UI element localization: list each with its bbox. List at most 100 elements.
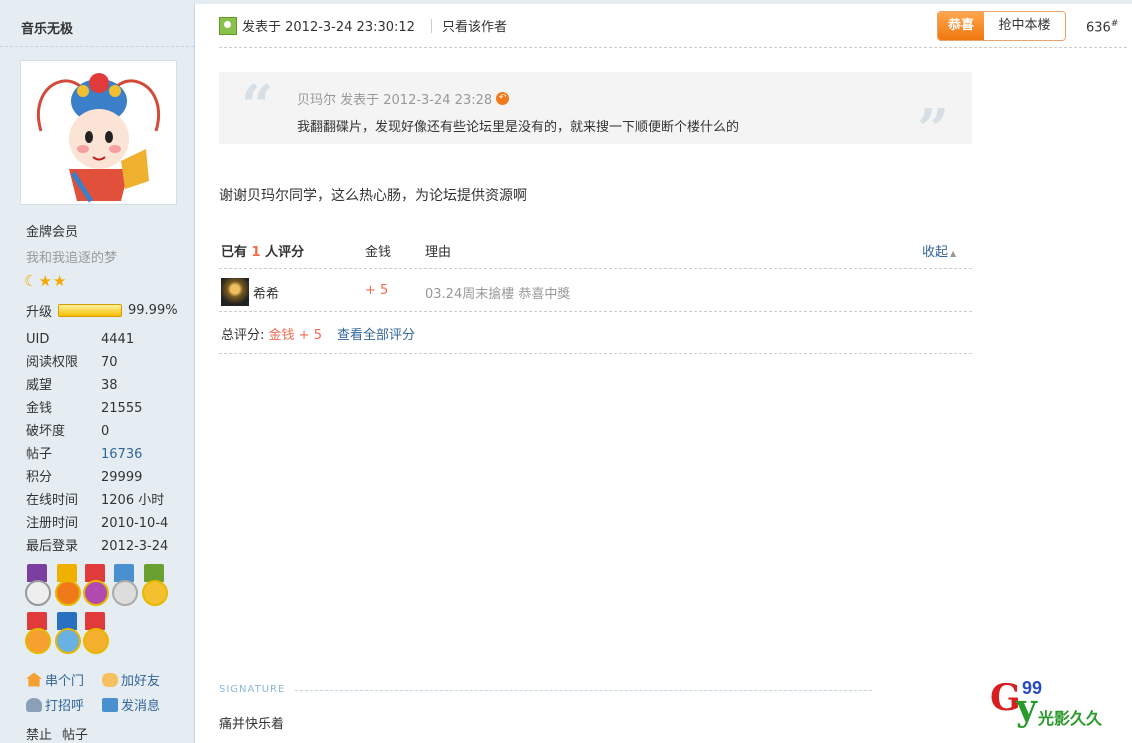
rater-username[interactable]: 希希 [253, 283, 279, 302]
stat-label: 最后登录 [26, 539, 79, 554]
stat-value: 2012-3-24 [101, 539, 169, 554]
stat-row: 最后登录 2012-3-24 [26, 538, 168, 561]
rater-avatar[interactable] [221, 278, 249, 306]
stat-value: 2010-10-4 [101, 516, 169, 531]
rating-count: 已有 1 人评分 [221, 241, 304, 260]
opera-doll-avatar-image [37, 73, 160, 203]
only-author-link[interactable]: 只看该作者 [442, 16, 507, 35]
stat-label: 在线时间 [26, 493, 79, 508]
stat-row: 破坏度 0 [26, 423, 168, 446]
add-friend-label: 加好友 [121, 674, 161, 689]
greet-icon [26, 697, 42, 712]
grab-floor-button[interactable]: 抢中本楼 [984, 12, 1065, 40]
rating-suffix: 人评分 [265, 245, 305, 260]
handshake-icon [102, 672, 118, 687]
quote-author-line: 贝玛尔 发表于 2012-3-24 23:28 [297, 93, 493, 108]
triangle-up-icon: ▲ [950, 249, 957, 258]
stat-row: 在线时间 1206 小时 [26, 492, 168, 515]
open-quote-icon: “ [241, 73, 274, 139]
stat-row: 威望 38 [26, 377, 168, 400]
envelope-icon [102, 697, 118, 712]
floor-number-value: 636 [1086, 20, 1111, 36]
medal-icon[interactable] [24, 564, 51, 608]
gy99-logo: G y 99 光影久久 [990, 677, 1103, 729]
rank-stars: ☾ ★ ★ [24, 272, 66, 290]
signature-divider [295, 690, 872, 691]
stat-value: 38 [101, 378, 118, 393]
quote-block: “ 贝玛尔 发表于 2012-3-24 23:28 ↶ 我翻翻碟片，发现好像还有… [219, 72, 972, 158]
stat-row: 金钱 21555 [26, 400, 168, 423]
visit-label: 串个门 [45, 674, 85, 689]
stat-label: 金钱 [26, 401, 53, 416]
rating-reason: 03.24周末搶樓 恭喜中獎 [425, 287, 571, 302]
col-reason: 理由 [425, 245, 452, 260]
medal-icon[interactable] [54, 612, 81, 656]
message-label: 发消息 [121, 699, 161, 714]
floor-number[interactable]: 636# [1086, 19, 1118, 35]
greet-link[interactable]: 打招呼 [26, 695, 84, 714]
svg-text:光影久久: 光影久久 [1037, 709, 1103, 728]
stat-label: 阅读权限 [26, 355, 79, 370]
collapse-ratings-button[interactable]: 收起 ▲ [922, 241, 956, 260]
rating-row: 希希 + 5 03.24周末搶樓 恭喜中獎 [219, 269, 972, 312]
stat-value: 29999 [101, 470, 143, 485]
stat-row: 阅读权限 70 [26, 354, 168, 377]
author-stats: UID 4441 阅读权限 70 威望 38 金钱 21555 破坏度 0 帖子 16736 积分 299… [26, 331, 168, 561]
rating-count-number: 1 [251, 245, 261, 260]
medal-icon[interactable] [82, 564, 109, 608]
stat-row: 帖子 16736 [26, 446, 168, 469]
online-status-icon [219, 16, 237, 35]
site-watermark-logo: G y 99 光影久久 [988, 672, 1128, 734]
visit-space-link[interactable]: 串个门 [26, 670, 84, 689]
admin-links: 禁止 帖子 [26, 724, 98, 743]
stat-row: 注册时间 2010-10-4 [26, 515, 168, 538]
svg-text:99: 99 [1022, 678, 1042, 698]
stat-row: 积分 29999 [26, 469, 168, 492]
jump-to-quote-icon[interactable]: ↶ [496, 92, 510, 105]
quote-author: 贝玛尔 发表于 2012-3-24 23:28 ↶ [297, 89, 510, 108]
medal-icon[interactable] [24, 612, 51, 656]
ban-posts-link[interactable]: 帖子 [62, 728, 98, 743]
close-quote-icon: ” [917, 97, 950, 163]
ban-user-link[interactable]: 禁止 [26, 728, 62, 743]
stat-label: 注册时间 [26, 516, 79, 531]
floor-symbol: # [1110, 19, 1119, 29]
post-header: 发表于 2012-3-24 23:30:12 只看该作者 [219, 16, 507, 35]
stat-label: 破坏度 [26, 424, 66, 439]
stat-value[interactable]: 4441 [101, 331, 134, 354]
member-rank: 金牌会员 [26, 225, 79, 240]
congrats-button[interactable]: 恭喜 [938, 12, 984, 40]
upgrade-label: 升级 [26, 305, 53, 320]
rating-prefix: 已有 [221, 245, 248, 260]
medal-icon[interactable] [111, 564, 138, 608]
home-icon [26, 672, 42, 687]
rating-amount: + 5 [365, 283, 389, 298]
signature-label: SIGNATURE [219, 684, 286, 695]
stat-value[interactable]: 16736 [101, 446, 142, 469]
medal-icon[interactable] [141, 564, 168, 608]
stat-value: 70 [101, 355, 118, 370]
total-value: 金钱 + 5 [268, 328, 322, 343]
floor-award-buttons: 恭喜 抢中本楼 [937, 11, 1066, 41]
medal-icon[interactable] [54, 564, 81, 608]
rating-footer: 总评分: 金钱 + 5 查看全部评分 [219, 312, 972, 354]
upgrade-progress: 升级 99.99% [26, 301, 178, 320]
quote-text: 我翻翻碟片，发现好像还有些论坛里是没有的，就来搜一下顺便断个楼什么的 [297, 120, 740, 135]
view-all-ratings-link[interactable]: 查看全部评分 [337, 324, 415, 343]
send-message-link[interactable]: 发消息 [102, 695, 160, 714]
stat-label: 帖子 [26, 447, 53, 462]
avatar[interactable] [20, 60, 177, 205]
upgrade-percent: 99.99% [128, 303, 178, 318]
moon-icon: ☾ [24, 272, 38, 290]
author-sidebar: 音乐无极 金牌会员 我和我追逐的梦 ☾ ★ ★ 升级 99.99% UID 44… [0, 4, 195, 743]
medal-icon[interactable] [82, 612, 109, 656]
add-friend-link[interactable]: 加好友 [102, 670, 160, 689]
stat-value: 21555 [101, 401, 143, 416]
stat-label: UID [26, 332, 50, 347]
stat-row: UID 4441 [26, 331, 168, 354]
upgrade-progress-bar [58, 304, 122, 317]
rating-total: 总评分: 金钱 + 5 [221, 324, 322, 343]
author-username[interactable]: 音乐无极 [21, 18, 73, 37]
greet-label: 打招呼 [45, 699, 85, 714]
divider [0, 46, 194, 47]
